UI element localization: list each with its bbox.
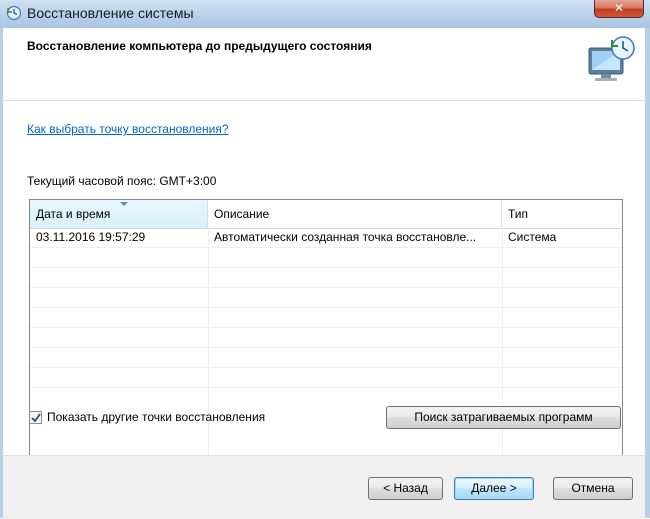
page-title: Восстановление компьютера до предыдущего… [27,39,372,53]
table-row[interactable]: 03.11.2016 19:57:29 Автоматически создан… [30,228,622,248]
window-title: Восстановление системы [27,5,194,21]
wizard-header: Восстановление компьютера до предыдущего… [3,28,645,101]
next-button[interactable]: Далее > [454,477,534,500]
cell-type: Система [508,230,557,244]
checkmark-icon [31,413,41,423]
column-header-label: Описание [214,207,270,221]
table-row-empty [30,308,622,328]
column-header-label: Дата и время [36,207,111,221]
computer-restore-icon [588,36,635,81]
cell-description: Автоматически созданная точка восстановл… [214,230,477,244]
system-restore-icon [6,5,22,21]
table-header: Дата и время Описание Тип [30,200,622,229]
cancel-button[interactable]: Отмена [553,477,633,500]
table-row-empty [30,348,622,368]
title-bar[interactable]: Восстановление системы ✕ [0,0,650,28]
checkbox-label: Показать другие точки восстановления [47,410,266,424]
table-row-empty [30,268,622,288]
cell-date: 03.11.2016 19:57:29 [36,230,146,244]
column-header-description[interactable]: Описание [208,200,502,228]
table-row-empty [30,288,622,308]
table-row-empty [30,368,622,388]
restore-points-table[interactable]: Дата и время Описание Тип 03.11.2016 19:… [29,199,623,495]
table-row-empty [30,248,622,268]
table-row-empty [30,328,622,348]
column-header-label: Тип [508,207,529,221]
help-link[interactable]: Как выбрать точку восстановления? [27,122,229,136]
wizard-content: Как выбрать точку восстановления? Текущи… [3,101,645,495]
close-button[interactable]: ✕ [594,0,644,18]
column-header-type[interactable]: Тип [502,200,622,228]
back-button[interactable]: < Назад [368,477,443,500]
column-header-date[interactable]: Дата и время [30,200,208,228]
wizard-footer: < Назад Далее > Отмена [3,455,645,519]
scan-affected-programs-button[interactable]: Поиск затрагиваемых программ [386,406,621,429]
checkbox-box[interactable] [29,411,42,424]
window-frame-right [645,28,650,518]
timezone-label: Текущий часовой пояс: GMT+3:00 [27,174,217,188]
sort-arrow-icon [120,202,128,206]
